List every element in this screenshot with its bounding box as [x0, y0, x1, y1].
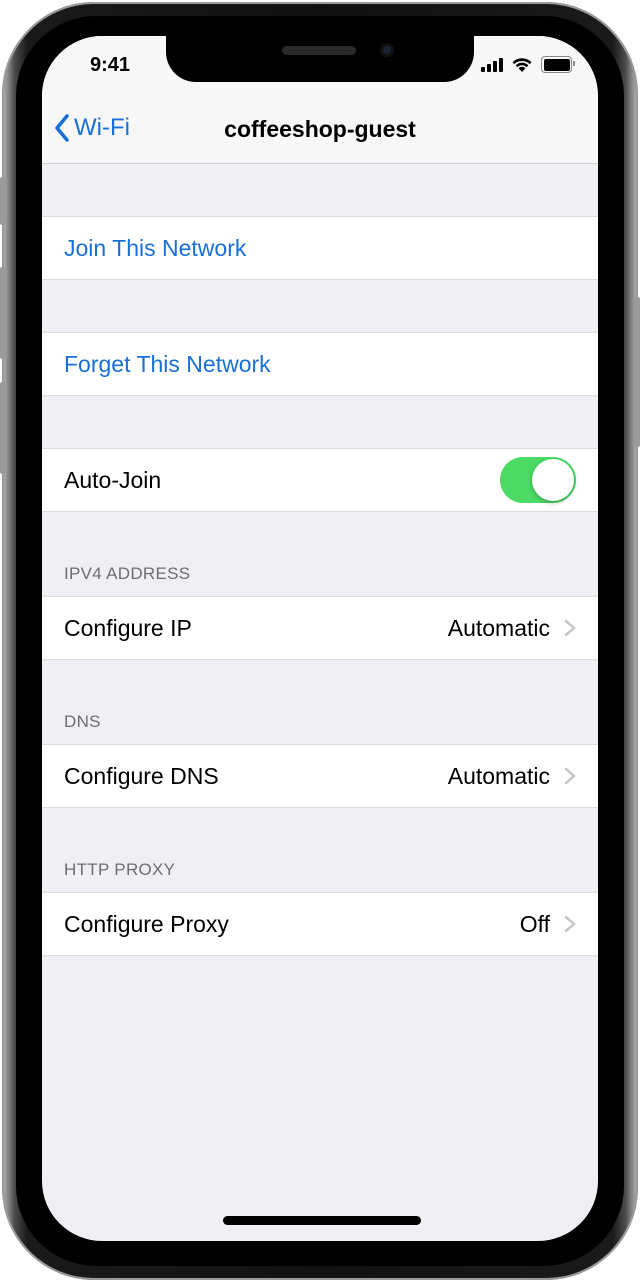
section-header-dns: DNS [42, 660, 598, 744]
dns-header-label: DNS [64, 712, 101, 731]
configure-proxy-row[interactable]: Configure Proxy Off [42, 892, 598, 956]
home-indicator[interactable] [223, 1216, 421, 1225]
configure-dns-label: Configure DNS [64, 762, 219, 789]
signal-icon [481, 57, 503, 72]
screen: 9:41 Wi-Fi coffeeshop-guest Join This Ne… [42, 36, 598, 1241]
toggle-knob [532, 459, 574, 501]
auto-join-toggle[interactable] [500, 457, 576, 503]
configure-ip-label: Configure IP [64, 614, 192, 641]
settings-list: Join This Network Forget This Network Au… [42, 164, 598, 956]
configure-dns-value: Automatic [447, 762, 550, 789]
side-button [635, 297, 640, 447]
volume-down-button [0, 382, 5, 474]
status-icons [481, 56, 575, 73]
configure-ip-row[interactable]: Configure IP Automatic [42, 596, 598, 660]
forget-network-label: Forget This Network [64, 350, 271, 377]
auto-join-label: Auto-Join [64, 466, 162, 493]
chevron-right-icon [564, 767, 576, 785]
join-network-button[interactable]: Join This Network [42, 216, 598, 280]
status-time: 9:41 [90, 54, 131, 76]
configure-ip-value: Automatic [447, 614, 550, 641]
mute-switch [0, 177, 5, 225]
join-network-label: Join This Network [64, 234, 247, 261]
forget-network-button[interactable]: Forget This Network [42, 332, 598, 396]
configure-dns-row[interactable]: Configure DNS Automatic [42, 744, 598, 808]
battery-icon [541, 56, 575, 73]
volume-up-button [0, 267, 5, 359]
navigation-bar: Wi-Fi coffeeshop-guest [42, 96, 598, 164]
proxy-header-label: HTTP PROXY [64, 860, 176, 879]
configure-proxy-label: Configure Proxy [64, 910, 229, 937]
ipv4-header-label: IPV4 ADDRESS [64, 564, 191, 583]
notch [166, 36, 474, 82]
chevron-right-icon [564, 619, 576, 637]
wifi-icon [512, 57, 532, 72]
page-title: coffeeshop-guest [224, 116, 416, 142]
section-header-ipv4: IPV4 ADDRESS [42, 512, 598, 596]
configure-proxy-value: Off [519, 910, 550, 937]
auto-join-row: Auto-Join [42, 448, 598, 512]
chevron-right-icon [564, 915, 576, 933]
section-header-proxy: HTTP PROXY [42, 808, 598, 892]
